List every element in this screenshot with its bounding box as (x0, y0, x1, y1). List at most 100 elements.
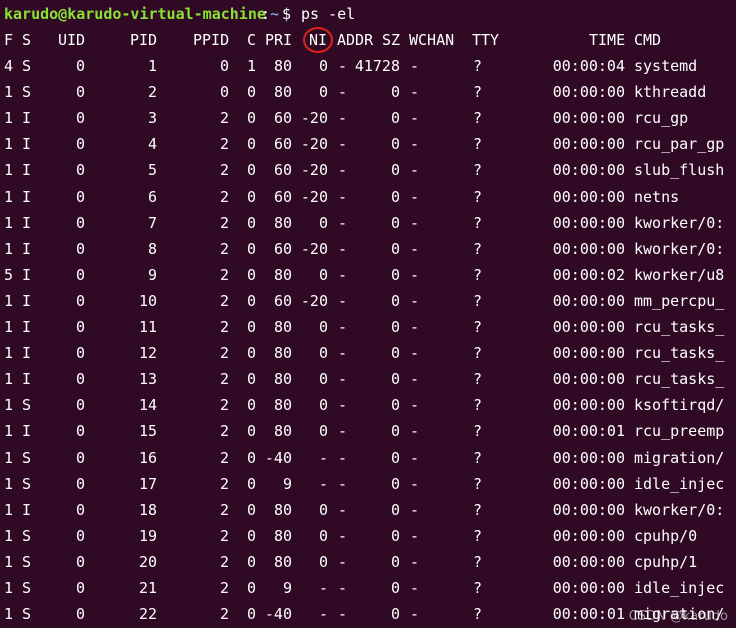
cell-pri: 80 (273, 552, 292, 571)
cell-ni: -20 (300, 239, 328, 258)
cell-cmd: kthreadd (634, 83, 707, 102)
cell-tty: ? (473, 291, 483, 310)
cell-f: 1 (4, 318, 14, 336)
cell-addr: - (338, 448, 348, 467)
cell-addr: - (338, 239, 348, 258)
cell-addr: - (338, 291, 348, 310)
cell-ppid: 2 (219, 422, 229, 441)
cell-uid: 0 (75, 605, 85, 624)
cell-s: I (22, 500, 32, 519)
cell-time: 00:00:02 (552, 265, 625, 284)
cell-wchan: - (410, 474, 420, 493)
cell-time: 00:00:00 (552, 474, 625, 493)
cell-uid: 0 (75, 422, 85, 441)
cell-time: 00:00:00 (552, 109, 625, 128)
cell-time: 00:00:01 (552, 605, 625, 624)
cell-sz: 0 (390, 526, 400, 545)
cell-ni: -20 (300, 109, 328, 128)
process-row: 4 S 0 1 0 1 80 0-41728-? 00:00:04 systemd (0, 53, 736, 79)
cell-addr: - (338, 344, 348, 363)
cell-wchan: - (410, 579, 420, 597)
terminal-window[interactable]: karudo@karudo-virtual-machine : ~ $ ps -… (0, 0, 736, 628)
cell-pri: 80 (273, 344, 292, 363)
cell-ni: 0 (318, 552, 328, 571)
cell-cmd: cpuhp/1 (634, 552, 698, 571)
watermark: CSDN @karudo (628, 609, 728, 624)
cell-f: 1 (4, 344, 14, 363)
process-row: 1 S 0 21 2 0 9- -0-? 00:00:00 idle_injec (0, 575, 736, 601)
prompt-path: ~ (270, 5, 280, 23)
cell-pri: 60 (273, 291, 292, 310)
cell-tty: ? (473, 396, 483, 415)
cell-time: 00:00:00 (552, 135, 625, 154)
cell-tty: ? (473, 83, 483, 102)
cell-time: 00:00:00 (552, 161, 625, 180)
cell-c: 0 (246, 579, 256, 597)
cell-cmd: cpuhp/0 (634, 526, 698, 545)
prompt-user-host: karudo@karudo-virtual-machine (4, 5, 266, 23)
cell-f: 1 (4, 396, 14, 415)
cell-wchan: - (410, 291, 420, 310)
cell-s: I (22, 187, 32, 206)
cell-cmd: idle_injec (634, 474, 725, 493)
cell-cmd: ksoftirqd/ (634, 396, 725, 415)
cell-tty: ? (473, 187, 483, 206)
cell-sz: 0 (390, 605, 400, 624)
cell-sz: 0 (390, 579, 400, 597)
cell-cmd: slub_flush (634, 161, 725, 180)
cell-uid: 0 (75, 213, 85, 232)
cell-wchan: - (410, 344, 420, 363)
cell-addr: - (338, 500, 348, 519)
cell-ni: 0 (318, 83, 328, 102)
cell-c: 0 (246, 474, 256, 493)
cell-ni: - (318, 474, 328, 493)
cell-pid: 4 (147, 135, 157, 154)
cell-f: 1 (4, 526, 14, 545)
cell-pid: 22 (138, 605, 157, 624)
cell-wchan: - (410, 109, 420, 128)
cell-uid: 0 (75, 161, 85, 180)
cell-wchan: - (410, 605, 420, 624)
col-header-time: TIME (589, 31, 626, 49)
cell-c: 0 (246, 344, 256, 363)
cell-wchan: - (410, 448, 420, 467)
cell-uid: 0 (75, 500, 85, 519)
cell-pid: 1 (147, 57, 157, 75)
process-row: 1 S 0 2 0 0 80 0-0-? 00:00:00 kthreadd (0, 79, 736, 105)
cell-c: 0 (246, 396, 256, 415)
cell-ni: 0 (318, 213, 328, 232)
cell-f: 1 (4, 83, 14, 102)
cell-cmd: kworker/0: (634, 500, 725, 519)
process-row: 1 S 0 22 2 0 -40- -0-? 00:00:01 migration/ (0, 601, 736, 627)
cell-pri: -40 (264, 448, 292, 467)
cell-pid: 20 (138, 552, 157, 571)
cell-c: 0 (246, 161, 256, 180)
col-header-cmd: CMD (634, 31, 662, 49)
cell-time: 00:00:01 (552, 422, 625, 441)
cell-tty: ? (473, 526, 483, 545)
col-header-ppid: PPID (193, 31, 230, 49)
cell-f: 1 (4, 500, 14, 519)
cell-ni: 0 (318, 318, 328, 336)
cell-tty: ? (473, 448, 483, 467)
cell-cmd: rcu_preemp (634, 422, 725, 441)
cell-ni: 0 (318, 396, 328, 415)
cell-addr: - (338, 474, 348, 493)
cell-pid: 13 (138, 370, 157, 389)
cell-sz: 0 (390, 187, 400, 206)
cell-cmd: netns (634, 187, 680, 206)
process-row: 1 I 0 6 2 0 60 -20-0-? 00:00:00 netns (0, 184, 736, 210)
process-row: 1 I 0 12 2 0 80 0-0-? 00:00:00 rcu_tasks_ (0, 340, 736, 366)
cell-wchan: - (410, 239, 420, 258)
cell-s: S (22, 448, 32, 467)
cell-uid: 0 (75, 109, 85, 128)
cell-wchan: - (410, 135, 420, 154)
cell-ppid: 0 (219, 57, 229, 75)
prompt-separator: : (261, 5, 271, 23)
cell-pri: 80 (273, 318, 292, 336)
process-row: 1 I 0 4 2 0 60 -20-0-? 00:00:00 rcu_par_gp (0, 131, 736, 157)
cell-cmd: mm_percpu_ (634, 291, 725, 310)
column-header-row: F S UID PID PPID C PRI NI ADDR SZ WCHAN … (0, 27, 736, 53)
cell-ppid: 2 (219, 500, 229, 519)
cell-time: 00:00:04 (552, 57, 625, 75)
